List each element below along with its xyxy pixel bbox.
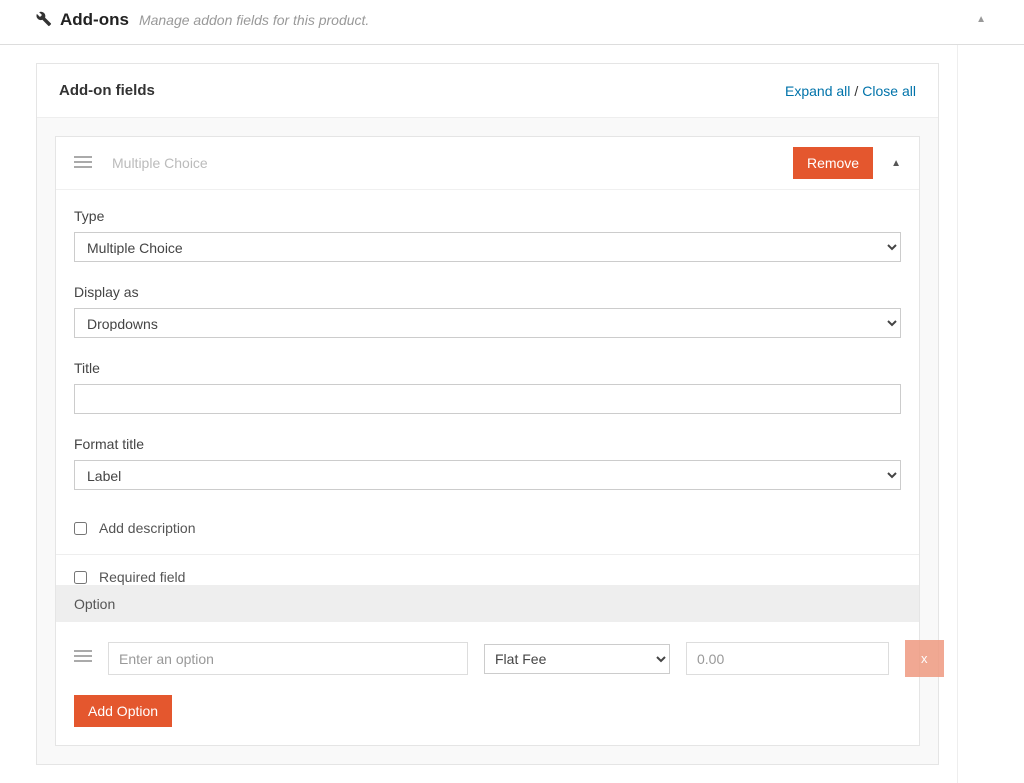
format-title-select[interactable]: Label (74, 460, 901, 490)
option-rows: Flat Fee x Add Option (56, 622, 919, 745)
title-input[interactable] (74, 384, 901, 414)
wrench-icon (36, 11, 52, 30)
panel-subtitle: Manage addon fields for this product. (139, 12, 369, 28)
options-section: Option Flat Fee (56, 585, 919, 745)
type-group: Type Multiple Choice (74, 208, 901, 262)
display-as-label: Display as (74, 284, 901, 300)
display-as-select[interactable]: Dropdowns (74, 308, 901, 338)
panel-header: Add-ons Manage addon fields for this pro… (0, 0, 1024, 45)
type-label: Type (74, 208, 901, 224)
field-collapse-caret-icon[interactable]: ▲ (891, 158, 901, 169)
required-field-checkbox[interactable] (74, 571, 87, 584)
add-description-checkbox[interactable] (74, 522, 87, 535)
panel-collapse-caret-icon[interactable]: ▲ (976, 14, 986, 25)
close-all-link[interactable]: Close all (862, 83, 916, 99)
link-separator: / (854, 83, 858, 99)
required-field-row: Required field (56, 554, 919, 585)
options-header: Option (56, 586, 919, 622)
title-group: Title (74, 360, 901, 414)
type-select[interactable]: Multiple Choice (74, 232, 901, 262)
option-name-input[interactable] (108, 642, 468, 675)
addon-fields-card: Add-on fields Expand all / Close all Mul… (36, 63, 939, 765)
required-field-label: Required field (99, 569, 185, 585)
option-pricing-select[interactable]: Flat Fee (484, 644, 670, 674)
remove-field-button[interactable]: Remove (793, 147, 873, 179)
option-row: Flat Fee x (74, 640, 901, 677)
field-card: Multiple Choice Remove ▲ Type Multiple C… (55, 136, 920, 746)
display-as-group: Display as Dropdowns (74, 284, 901, 338)
card-header: Add-on fields Expand all / Close all (37, 64, 938, 118)
format-title-group: Format title Label (74, 436, 901, 490)
option-price-input[interactable] (686, 642, 889, 675)
expand-all-link[interactable]: Expand all (785, 83, 850, 99)
add-option-button[interactable]: Add Option (74, 695, 172, 727)
panel-title: Add-ons (60, 10, 129, 30)
option-remove-button[interactable]: x (905, 640, 944, 677)
drag-handle-icon[interactable] (74, 154, 92, 172)
field-header-type: Multiple Choice (112, 155, 793, 171)
field-body: Type Multiple Choice Display as Dropdown… (56, 190, 919, 745)
field-card-header: Multiple Choice Remove ▲ (56, 137, 919, 190)
card-title: Add-on fields (59, 82, 785, 99)
format-title-label: Format title (74, 436, 901, 452)
option-drag-handle-icon[interactable] (74, 649, 92, 668)
fields-list-area: Multiple Choice Remove ▲ Type Multiple C… (37, 118, 938, 764)
title-label: Title (74, 360, 901, 376)
add-description-row: Add description (74, 512, 901, 544)
add-description-label: Add description (99, 520, 196, 536)
